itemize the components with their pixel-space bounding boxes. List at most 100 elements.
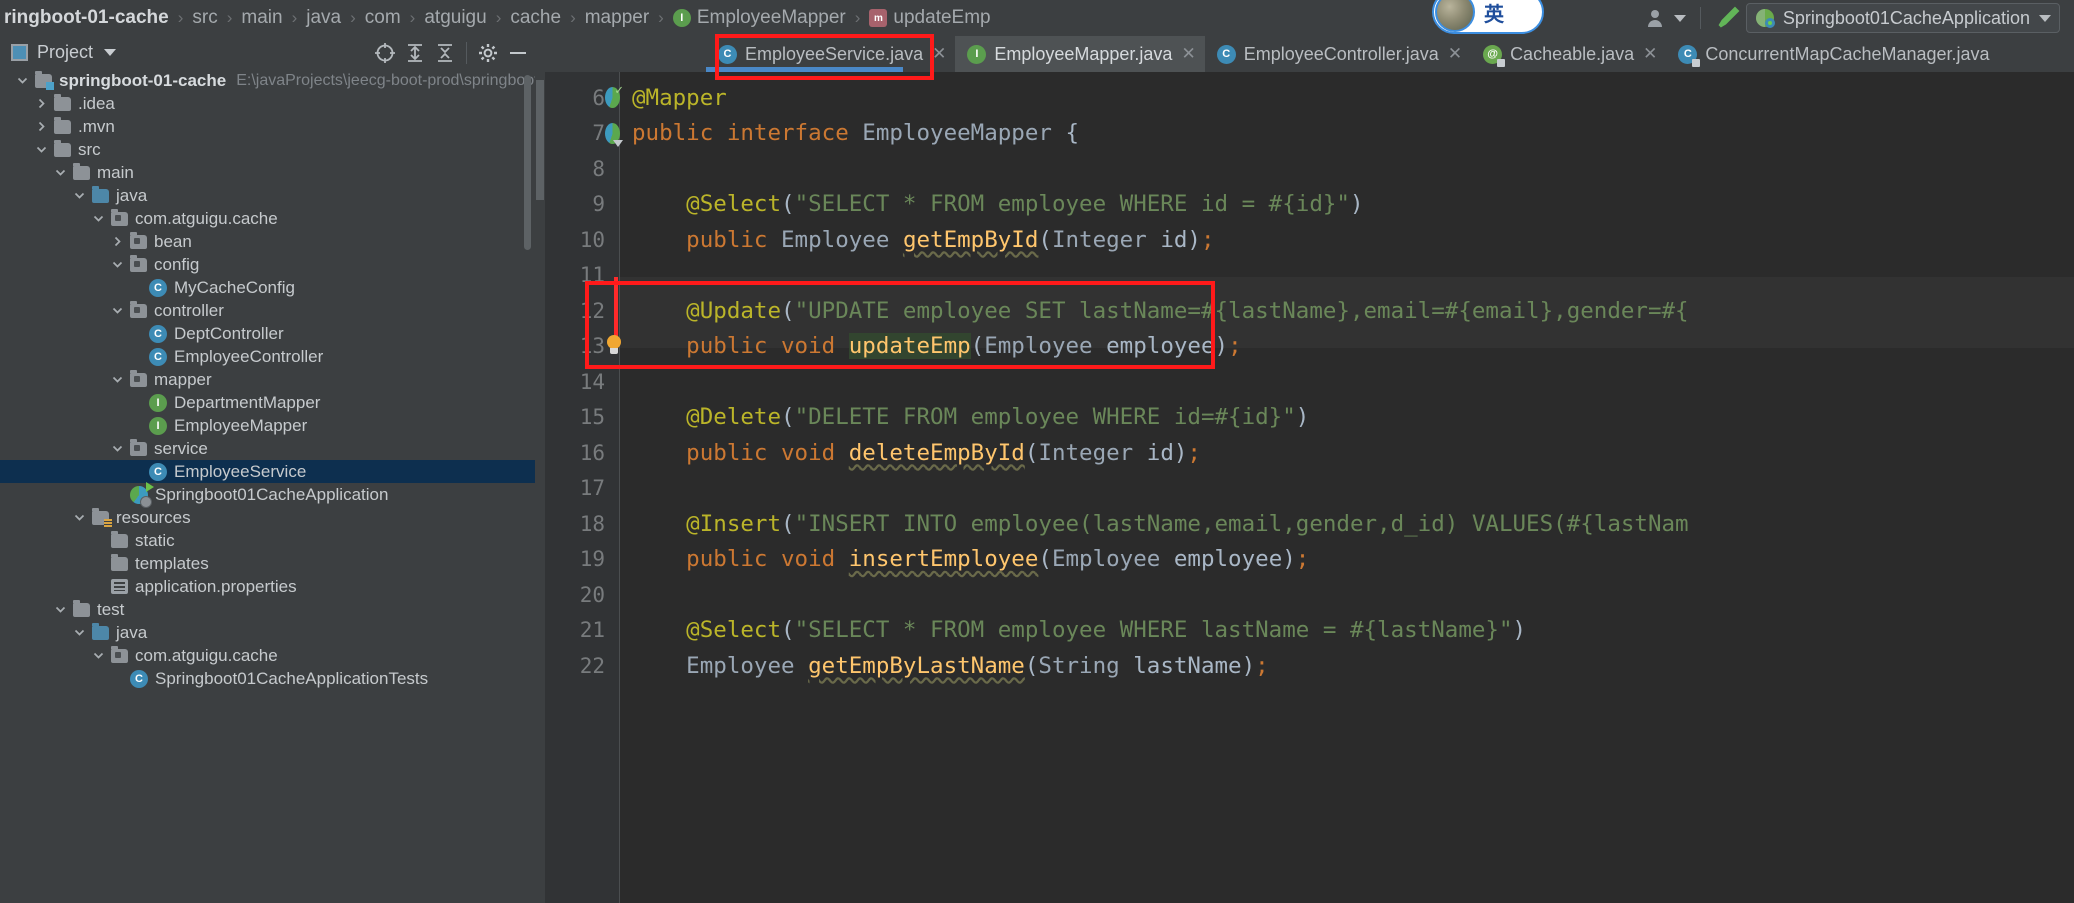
chevron-down-icon[interactable]: [52, 165, 68, 181]
breadcrumb-item-mapper[interactable]: mapper: [583, 0, 651, 36]
tree-item-static[interactable]: static: [0, 529, 535, 552]
tree-item-deptcontroller[interactable]: C DeptController: [0, 322, 535, 345]
tree-item--mvn[interactable]: .mvn: [0, 115, 535, 138]
expand-all-icon[interactable]: [400, 38, 430, 68]
code-line[interactable]: 19 public void insertEmployee(Employee e…: [535, 542, 2074, 578]
user-settings-button[interactable]: [1642, 3, 1691, 33]
tree-item-mapper[interactable]: mapper: [0, 368, 535, 391]
chevron-right-icon[interactable]: [33, 119, 49, 135]
breadcrumb-item-ringboot-01-cache[interactable]: ringboot-01-cache: [2, 0, 171, 36]
code-line[interactable]: 11: [535, 258, 2074, 294]
chevron-down-icon[interactable]: [109, 303, 125, 319]
editor-tab-employeecontroller[interactable]: C EmployeeController.java ✕: [1205, 36, 1471, 72]
editor-tab-cacheable[interactable]: @ Cacheable.java ✕: [1471, 36, 1666, 72]
breadcrumb-item-com[interactable]: com: [363, 0, 403, 36]
ime-indicator[interactable]: 英: [1432, 0, 1544, 34]
code-line[interactable]: 15 @Delete("DELETE FROM employee WHERE i…: [535, 400, 2074, 436]
tree-item-springboot01cacheapplicationtests[interactable]: C Springboot01CacheApplicationTests: [0, 667, 535, 690]
settings-gear-icon[interactable]: [473, 38, 503, 68]
breadcrumb-item-atguigu[interactable]: atguigu: [422, 0, 488, 36]
editor-vertical-scrollbar[interactable]: [536, 80, 544, 200]
code-line[interactable]: 10 public Employee getEmpById(Integer id…: [535, 222, 2074, 258]
breadcrumb[interactable]: ringboot-01-cache › src › main › java › com › atgu…: [2, 0, 993, 36]
tree-item-springboot01cacheapplication[interactable]: Springboot01CacheApplication: [0, 481, 535, 508]
code-editor[interactable]: 6 @Mapper 7 public interface EmployeeMapper…: [535, 72, 2074, 903]
tree-item-com-atguigu-cache[interactable]: com.atguigu.cache: [0, 644, 535, 667]
code-line[interactable]: 17: [535, 471, 2074, 507]
run-bean-icon[interactable]: [605, 122, 623, 147]
breadcrumb-separator: ›: [291, 8, 298, 27]
chevron-down-icon[interactable]: [109, 257, 125, 273]
code-line[interactable]: 14: [535, 364, 2074, 400]
tree-item-springboot-01-cache[interactable]: springboot-01-cache E:\javaProjects\jeecg…: [0, 69, 535, 92]
breadcrumb-item-employeemapper[interactable]: I EmployeeMapper: [671, 0, 848, 36]
close-icon[interactable]: ✕: [1181, 44, 1195, 64]
tree-item-config[interactable]: config: [0, 253, 535, 276]
hide-toolwindow-icon[interactable]: [503, 38, 533, 68]
chevron-down-icon[interactable]: [71, 625, 87, 641]
breadcrumb-item-src[interactable]: src: [190, 0, 219, 36]
chevron-down-icon[interactable]: [90, 211, 106, 227]
tree-item-templates[interactable]: templates: [0, 552, 535, 575]
tree-item-departmentmapper[interactable]: I DepartmentMapper: [0, 391, 535, 414]
breadcrumb-item-updateemp[interactable]: m updateEmp: [867, 0, 992, 36]
chevron-right-icon[interactable]: [33, 96, 49, 112]
tree-item-resources[interactable]: resources: [0, 506, 535, 529]
run-mapper-icon[interactable]: [605, 83, 623, 109]
project-tree[interactable]: springboot-01-cache E:\javaProjects\jeecg…: [0, 69, 535, 903]
tree-item-main[interactable]: main: [0, 161, 535, 184]
editor-tab-concurrentmapcachemanager[interactable]: C ConcurrentMapCacheManager.java: [1666, 36, 1998, 72]
select-opened-file-icon[interactable]: [370, 38, 400, 68]
chevron-down-icon[interactable]: [14, 73, 30, 89]
code-line[interactable]: 12 @Update("UPDATE employee SET lastName…: [535, 293, 2074, 329]
code-line[interactable]: 22 Employee getEmpByLastName(String last…: [535, 648, 2074, 684]
close-icon[interactable]: ✕: [1448, 44, 1462, 64]
code-line[interactable]: 7 public interface EmployeeMapper {: [535, 116, 2074, 152]
run-configuration-selector[interactable]: Springboot01CacheApplication: [1745, 3, 2060, 33]
code-line[interactable]: 20: [535, 577, 2074, 613]
chevron-right-icon[interactable]: [109, 234, 125, 250]
intention-bulb-icon[interactable]: [605, 335, 621, 357]
chevron-down-icon[interactable]: [71, 188, 87, 204]
code-line[interactable]: 16 public void deleteEmpById(Integer id)…: [535, 435, 2074, 471]
project-tree-scrollbar[interactable]: [524, 75, 531, 250]
chevron-down-icon[interactable]: [71, 510, 87, 526]
chevron-down-icon[interactable]: [90, 648, 106, 664]
close-icon[interactable]: ✕: [932, 44, 946, 64]
tree-item-mycacheconfig[interactable]: C MyCacheConfig: [0, 276, 535, 299]
tree-item-employeemapper[interactable]: I EmployeeMapper: [0, 414, 535, 437]
chevron-down-icon[interactable]: [52, 602, 68, 618]
code-line[interactable]: 8: [535, 151, 2074, 187]
tree-item-java[interactable]: java: [0, 621, 535, 644]
tree-item-com-atguigu-cache[interactable]: com.atguigu.cache: [0, 207, 535, 230]
breadcrumb-item-cache[interactable]: cache: [508, 0, 563, 36]
code-line[interactable]: 18 @Insert("INSERT INTO employee(lastNam…: [535, 506, 2074, 542]
tree-item-java[interactable]: java: [0, 184, 535, 207]
collapse-all-icon[interactable]: [430, 38, 460, 68]
chevron-down-icon[interactable]: [33, 142, 49, 158]
tree-item-label: test: [97, 599, 125, 619]
chevron-down-icon[interactable]: [109, 372, 125, 388]
build-button[interactable]: [1710, 3, 1746, 33]
tree-item--idea[interactable]: .idea: [0, 92, 535, 115]
close-icon[interactable]: ✕: [1643, 44, 1657, 64]
tree-item-bean[interactable]: bean: [0, 230, 535, 253]
chevron-down-icon[interactable]: [109, 441, 125, 457]
editor-tab-employeemapper[interactable]: I EmployeeMapper.java ✕: [955, 36, 1205, 72]
tree-item-label: com.atguigu.cache: [135, 645, 278, 665]
breadcrumb-item-main[interactable]: main: [239, 0, 284, 36]
code-line[interactable]: 13 public void updateEmp(Employee employ…: [535, 329, 2074, 365]
tree-item-controller[interactable]: controller: [0, 299, 535, 322]
code-line[interactable]: 21 @Select("SELECT * FROM employee WHERE…: [535, 613, 2074, 649]
tree-item-src[interactable]: src: [0, 138, 535, 161]
code-line[interactable]: 6 @Mapper: [535, 80, 2074, 116]
tree-item-employeecontroller[interactable]: C EmployeeController: [0, 345, 535, 368]
code-line[interactable]: 9 @Select("SELECT * FROM employee WHERE …: [535, 187, 2074, 223]
breadcrumb-item-java[interactable]: java: [304, 0, 343, 36]
tree-item-application-properties[interactable]: application.properties: [0, 575, 535, 598]
class-icon: C: [1216, 44, 1236, 64]
tree-item-employeeservice[interactable]: C EmployeeService: [0, 460, 535, 483]
tree-item-test[interactable]: test: [0, 598, 535, 621]
chevron-down-icon[interactable]: [104, 49, 117, 56]
tree-item-service[interactable]: service: [0, 437, 535, 460]
